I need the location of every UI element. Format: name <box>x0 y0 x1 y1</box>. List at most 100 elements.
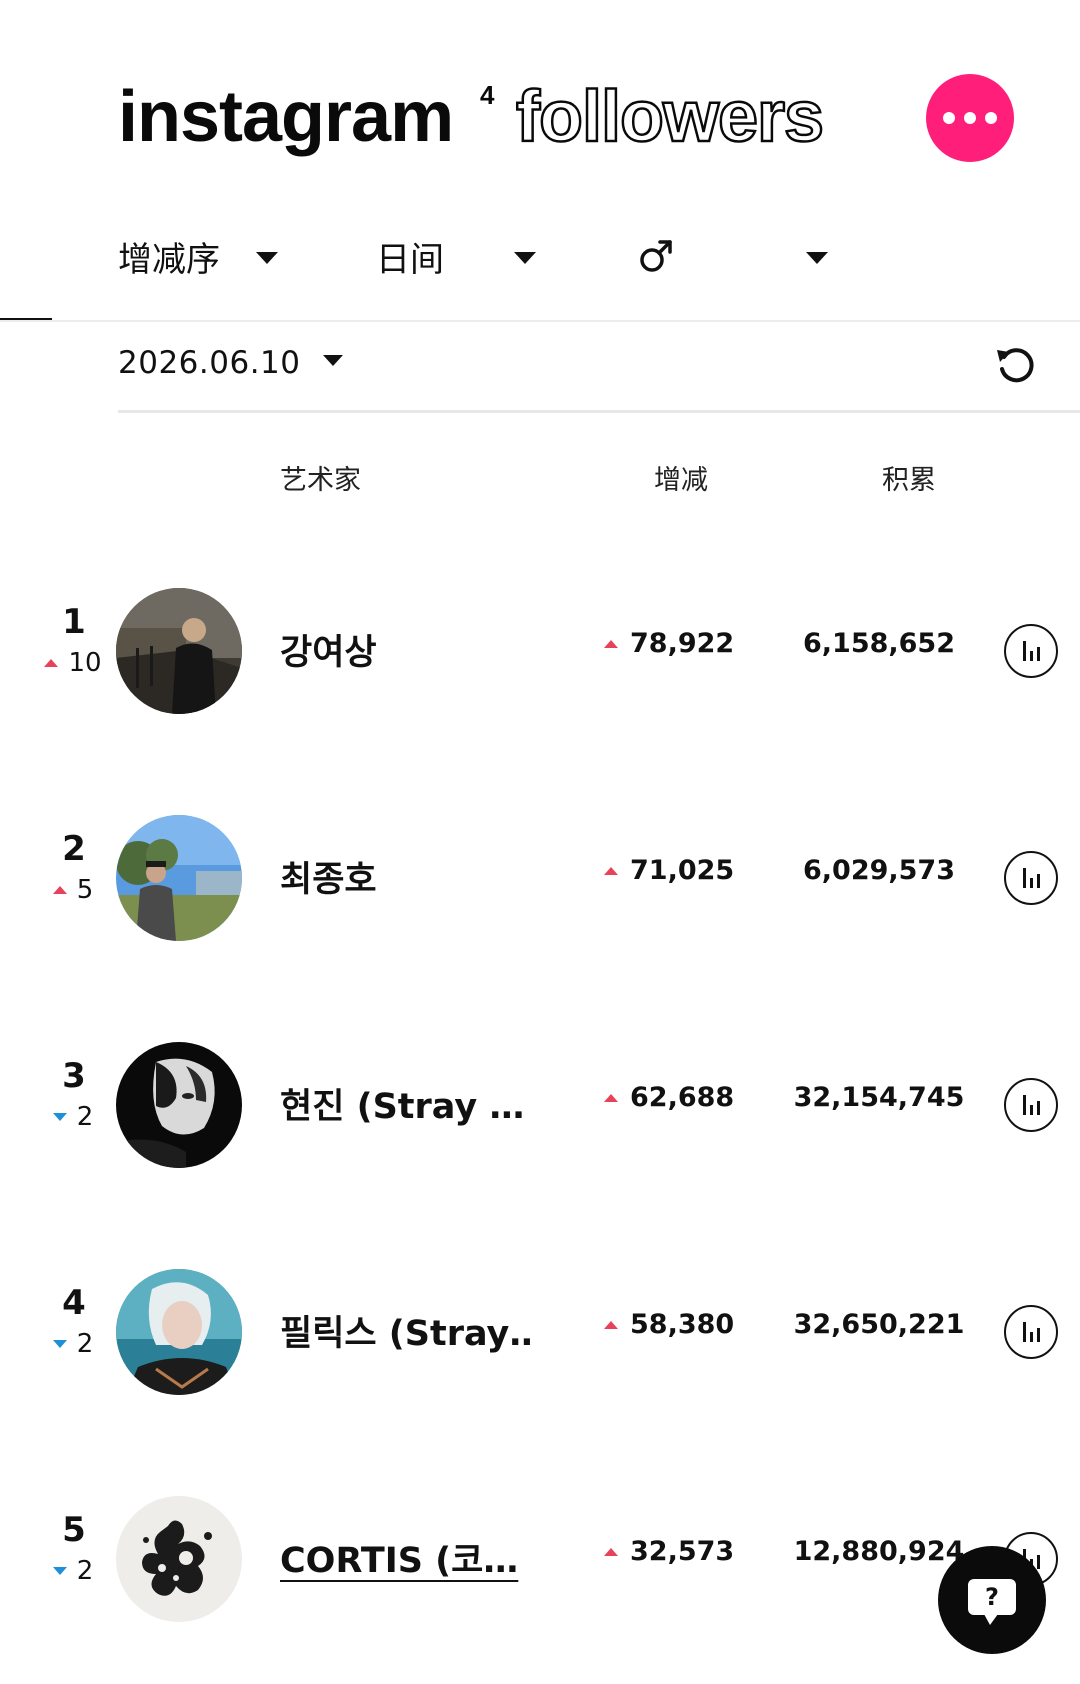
chevron-down-icon <box>256 252 278 264</box>
follower-total: 32,154,745 <box>793 1082 965 1113</box>
sort-order-label: 增减序 <box>118 239 220 280</box>
follower-change: 71,025 <box>604 855 734 886</box>
follower-change: 58,380 <box>604 1309 734 1340</box>
bar-chart-bar <box>1029 878 1033 888</box>
artist-name-link[interactable]: CORTIS (코… <box>280 1532 530 1583</box>
more-dots-icon <box>943 112 955 124</box>
rank-down-icon <box>52 1113 67 1121</box>
help-label: ? <box>985 1583 999 1611</box>
rank-change-value: 2 <box>76 1102 94 1132</box>
date-dropdown[interactable]: 2026.06.10 <box>118 338 343 388</box>
period-dropdown[interactable]: 日间 <box>376 228 546 284</box>
avatar-image <box>116 1269 242 1395</box>
avatar[interactable] <box>116 1269 242 1395</box>
avatar[interactable] <box>116 815 242 941</box>
app-header: instagram 4 followers <box>0 0 1080 200</box>
avatar[interactable] <box>116 1496 242 1622</box>
chevron-down-icon <box>806 252 828 264</box>
follower-change-value: 58,380 <box>630 1309 735 1340</box>
more-menu-button[interactable] <box>926 74 1014 162</box>
bar-chart-bar <box>1036 874 1040 888</box>
table-row[interactable]: 4 2 필릭스 (Stray… 58,380 32,650,221 <box>0 1247 1080 1427</box>
bar-chart-icon <box>1022 1095 1026 1115</box>
chart-button[interactable] <box>1004 1305 1058 1359</box>
help-button[interactable]: ? <box>938 1546 1046 1654</box>
follower-change: 32,573 <box>604 1536 734 1567</box>
rank-change-value: 2 <box>76 1329 94 1359</box>
increase-icon <box>604 866 618 875</box>
avatar-image <box>116 815 242 941</box>
rank-change: 2 <box>28 1556 118 1586</box>
rank-cell: 5 2 <box>28 1508 118 1586</box>
bar-chart-bar <box>1036 1555 1040 1569</box>
rank-change: 2 <box>28 1329 118 1359</box>
rank-number: 2 <box>62 829 86 869</box>
more-dot <box>964 112 976 124</box>
period-label: 日间 <box>376 239 444 280</box>
date-value: 2026.06.10 <box>118 345 301 381</box>
chart-button[interactable] <box>1004 624 1058 678</box>
follower-change: 78,922 <box>604 628 734 659</box>
divider <box>0 320 1080 322</box>
column-header-artist: 艺术家 <box>280 465 361 496</box>
rank-number: 5 <box>62 1510 86 1550</box>
rank-change: 2 <box>28 1102 118 1132</box>
rank-change-value: 2 <box>76 1556 94 1586</box>
bar-chart-bar <box>1036 1101 1040 1115</box>
bar-chart-bar <box>1029 651 1033 661</box>
rank-cell: 1 10 <box>28 600 118 678</box>
artist-name[interactable]: 강여상 <box>280 624 530 675</box>
sort-order-dropdown[interactable]: 增减序 <box>118 228 288 284</box>
rank-number: 3 <box>62 1056 86 1096</box>
follower-change-value: 78,922 <box>630 628 735 659</box>
rank-change-value: 5 <box>76 875 94 905</box>
refresh-icon[interactable] <box>992 340 1038 386</box>
avatar-logo-image <box>116 1496 242 1622</box>
bar-chart-bar <box>1029 1105 1033 1115</box>
artist-name[interactable]: 최종호 <box>280 851 530 902</box>
follower-change-value: 71,025 <box>630 855 735 886</box>
bar-chart-bar <box>1029 1332 1033 1342</box>
follower-total: 6,029,573 <box>802 855 956 886</box>
rank-change: 10 <box>28 648 118 678</box>
gender-dropdown[interactable] <box>636 228 836 284</box>
chevron-down-icon <box>322 354 343 366</box>
avatar[interactable] <box>116 1042 242 1168</box>
increase-icon <box>604 1093 618 1102</box>
rank-down-icon <box>52 1567 67 1575</box>
male-symbol-icon <box>640 240 672 272</box>
table-row[interactable]: 2 5 최종호 71,025 6,029,573 <box>0 793 1080 973</box>
bar-chart-bar <box>1036 1328 1040 1342</box>
rank-number: 1 <box>62 602 86 642</box>
table-row[interactable]: 3 2 현진 (Stray … 62,688 32,154,745 <box>0 1020 1080 1200</box>
follower-change: 62,688 <box>604 1082 734 1113</box>
follower-change-value: 62,688 <box>630 1082 735 1113</box>
help-chat-icon: ? <box>968 1579 1016 1625</box>
logo-instagram-text: instagram <box>118 77 454 157</box>
table-row[interactable]: 1 10 강여상 78,922 6,158,652 <box>0 566 1080 746</box>
filter-bar: 增减序 日间 <box>0 220 1080 300</box>
increase-icon <box>604 1320 618 1329</box>
chart-button[interactable] <box>1004 851 1058 905</box>
increase-icon <box>604 639 618 648</box>
avatar[interactable] <box>116 588 242 714</box>
artist-name[interactable]: 현진 (Stray … <box>280 1078 530 1129</box>
increase-icon <box>604 1547 618 1556</box>
rank-change: 5 <box>28 875 118 905</box>
chevron-down-icon <box>514 252 536 264</box>
date-bar: 2026.06.10 <box>118 330 1080 410</box>
table-row[interactable]: 5 2 CORTIS (코… 32,573 12,880,924 <box>0 1474 1080 1654</box>
rank-cell: 2 5 <box>28 827 118 905</box>
divider <box>118 410 1080 413</box>
artist-name[interactable]: 필릭스 (Stray… <box>280 1305 530 1356</box>
rank-down-icon <box>52 1340 67 1348</box>
follower-change-value: 32,573 <box>630 1536 735 1567</box>
rank-cell: 3 2 <box>28 1054 118 1132</box>
rank-change-value: 10 <box>68 648 102 678</box>
rank-number: 4 <box>62 1283 86 1323</box>
chart-button[interactable] <box>1004 1078 1058 1132</box>
follower-total: 6,158,652 <box>802 628 956 659</box>
logo-followers-text: followers <box>515 76 826 159</box>
rank-up-icon <box>52 886 67 894</box>
column-header-total: 积累 <box>882 465 936 496</box>
